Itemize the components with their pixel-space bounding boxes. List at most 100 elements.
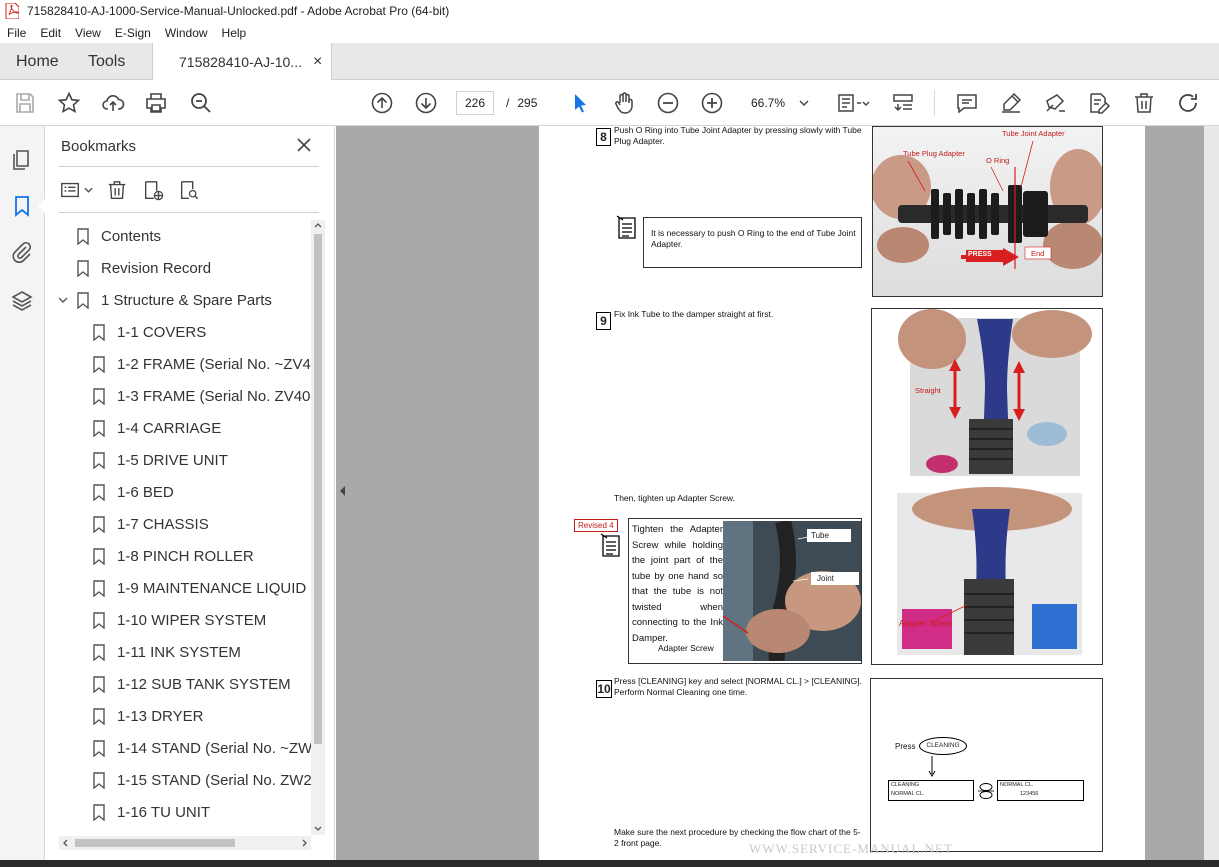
find-bookmark-button[interactable]: [171, 179, 207, 201]
bookmark-options-menu[interactable]: [59, 179, 99, 201]
document-scrollbar[interactable]: [1204, 126, 1219, 867]
expand-chevron-icon[interactable]: [59, 295, 68, 305]
bookmark-label: 1-11 INK SYSTEM: [117, 643, 241, 661]
page-number-input[interactable]: 226: [456, 91, 494, 115]
page-thumbnails-button[interactable]: [10, 148, 34, 172]
menu-view[interactable]: View: [68, 26, 108, 40]
highlighter-pen-icon: [1002, 92, 1022, 113]
step-text: Press [CLEANING] key and select [NORMAL …: [614, 676, 862, 697]
bookmark-item[interactable]: 1-3 FRAME (Serial No. ZV404: [93, 380, 311, 412]
bookmark-item[interactable]: 1 Structure & Spare Parts: [59, 284, 272, 316]
scrollbar-thumb[interactable]: [314, 234, 322, 744]
bookmark-item[interactable]: Contents: [77, 220, 161, 252]
highlight-button[interactable]: [998, 90, 1024, 116]
vertical-scrollbar[interactable]: [311, 220, 325, 835]
bookmark-label: 1-2 FRAME (Serial No. ~ZV40: [117, 355, 311, 373]
tab-home[interactable]: Home: [16, 43, 59, 80]
menu-file[interactable]: File: [0, 26, 33, 40]
bookmarks-panel-button[interactable]: [10, 194, 34, 218]
menu-edit[interactable]: Edit: [33, 26, 68, 40]
active-panel-pointer: [38, 199, 45, 213]
delete-button[interactable]: [1131, 90, 1157, 116]
menu-help[interactable]: Help: [215, 26, 254, 40]
next-page-button[interactable]: [413, 90, 439, 116]
panel-divider: [59, 166, 319, 167]
label-tube-plug-adapter: Tube Plug Adapter: [903, 149, 965, 158]
tab-document-label: 715828410-AJ-10...: [179, 54, 302, 70]
scrollbar-thumb[interactable]: [75, 839, 235, 847]
main-toolbar: 226 / 295 66.7%: [0, 80, 1219, 126]
bookmark-item[interactable]: 1-9 MAINTENANCE LIQUID C: [93, 572, 311, 604]
document-view[interactable]: 8 Push O Ring into Tube Joint Adapter by…: [336, 126, 1219, 867]
bookmark-label: 1-10 WIPER SYSTEM: [117, 611, 267, 629]
hand-tool-button[interactable]: [611, 90, 637, 116]
bookmark-icon: [93, 675, 105, 693]
bookmark-item[interactable]: 1-5 DRIVE UNIT: [93, 444, 228, 476]
bookmark-icon: [93, 515, 105, 533]
bookmark-icon: [93, 803, 105, 821]
bookmark-label: 1-4 CARRIAGE: [117, 419, 222, 437]
add-bookmark-icon: [144, 181, 164, 201]
save-button[interactable]: [12, 90, 38, 116]
bookmark-item[interactable]: 1-1 COVERS: [93, 316, 206, 348]
window-title: 715828410-AJ-1000-Service-Manual-Unlocke…: [27, 4, 450, 18]
step-number: 10: [596, 680, 612, 698]
bookmark-icon: [93, 419, 105, 437]
bookmark-item[interactable]: 1-14 STAND (Serial No. ~ZW: [93, 732, 311, 764]
print-button[interactable]: [143, 90, 169, 116]
bookmark-item[interactable]: Revision Record: [77, 252, 211, 284]
tab-document[interactable]: 715828410-AJ-10... ×: [152, 43, 332, 81]
bookmark-label: 1-8 PINCH ROLLER: [117, 547, 254, 565]
bookmark-item[interactable]: 1-7 CHASSIS: [93, 508, 209, 540]
scroll-mode-icon: [893, 94, 913, 112]
tab-close-icon[interactable]: ×: [313, 53, 322, 71]
note-text: It is necessary to push O Ring to the en…: [651, 228, 856, 249]
comment-button[interactable]: [954, 90, 980, 116]
attachments-panel-button[interactable]: [10, 240, 34, 264]
bookmarks-panel-title: Bookmarks: [61, 138, 137, 155]
share-upload-button[interactable]: [100, 90, 126, 116]
collapse-pane-button[interactable]: [336, 476, 350, 506]
select-tool-button[interactable]: [567, 90, 593, 116]
new-bookmark-button[interactable]: [135, 179, 171, 201]
bookmark-item[interactable]: 1-16 TU UNIT: [93, 796, 210, 828]
bookmark-item[interactable]: 1-12 SUB TANK SYSTEM: [93, 668, 291, 700]
tab-tools[interactable]: Tools: [88, 43, 125, 80]
zoom-in-button[interactable]: [699, 90, 725, 116]
horizontal-scrollbar[interactable]: [59, 836, 311, 850]
close-panel-button[interactable]: [295, 136, 313, 154]
find-button[interactable]: [188, 90, 214, 116]
bookmark-item[interactable]: 1-4 CARRIAGE: [93, 412, 221, 444]
bookmark-star-button[interactable]: [56, 90, 82, 116]
bookmark-item[interactable]: 1-2 FRAME (Serial No. ~ZV40: [93, 348, 311, 380]
edit-pdf-button[interactable]: [1086, 90, 1112, 116]
menu-esign[interactable]: E-Sign: [108, 26, 158, 40]
bookmark-item[interactable]: 1-15 STAND (Serial No. ZW2(: [93, 764, 311, 796]
previous-page-button[interactable]: [369, 90, 395, 116]
lcd-line: CLEANING: [891, 782, 920, 788]
delete-bookmark-button[interactable]: [99, 179, 135, 201]
rotate-button[interactable]: [1175, 90, 1201, 116]
bookmark-item[interactable]: 1-13 DRYER: [93, 700, 203, 732]
zoom-out-button[interactable]: [655, 90, 681, 116]
bookmark-item[interactable]: 1-6 BED: [93, 476, 174, 508]
bookmark-item[interactable]: 1-8 PINCH ROLLER: [93, 540, 254, 572]
bookmark-item[interactable]: 1-17 TU ROLL: [93, 828, 214, 835]
sign-button[interactable]: [1042, 90, 1068, 116]
toolbar-divider: [934, 90, 935, 116]
label-o-ring: O Ring: [986, 156, 1010, 165]
menu-window[interactable]: Window: [158, 26, 215, 40]
bookmark-label: 1-14 STAND (Serial No. ~ZW: [117, 739, 311, 757]
down-arrow-icon: [928, 756, 936, 777]
bookmark-item[interactable]: 1-10 WIPER SYSTEM: [93, 604, 266, 636]
memo-note-icon: [600, 533, 620, 557]
bookmark-item[interactable]: 1-11 INK SYSTEM: [93, 636, 241, 668]
scroll-down-icon: [314, 826, 322, 831]
page-fit-button[interactable]: [835, 90, 873, 116]
layers-panel-button[interactable]: [10, 289, 34, 313]
scroll-right-icon: [302, 839, 307, 847]
title-bar: 715828410-AJ-1000-Service-Manual-Unlocke…: [0, 0, 1219, 22]
tube-joint-image: [723, 521, 861, 661]
scroll-mode-button[interactable]: [890, 90, 916, 116]
zoom-dropdown[interactable]: 66.7%: [742, 91, 812, 115]
